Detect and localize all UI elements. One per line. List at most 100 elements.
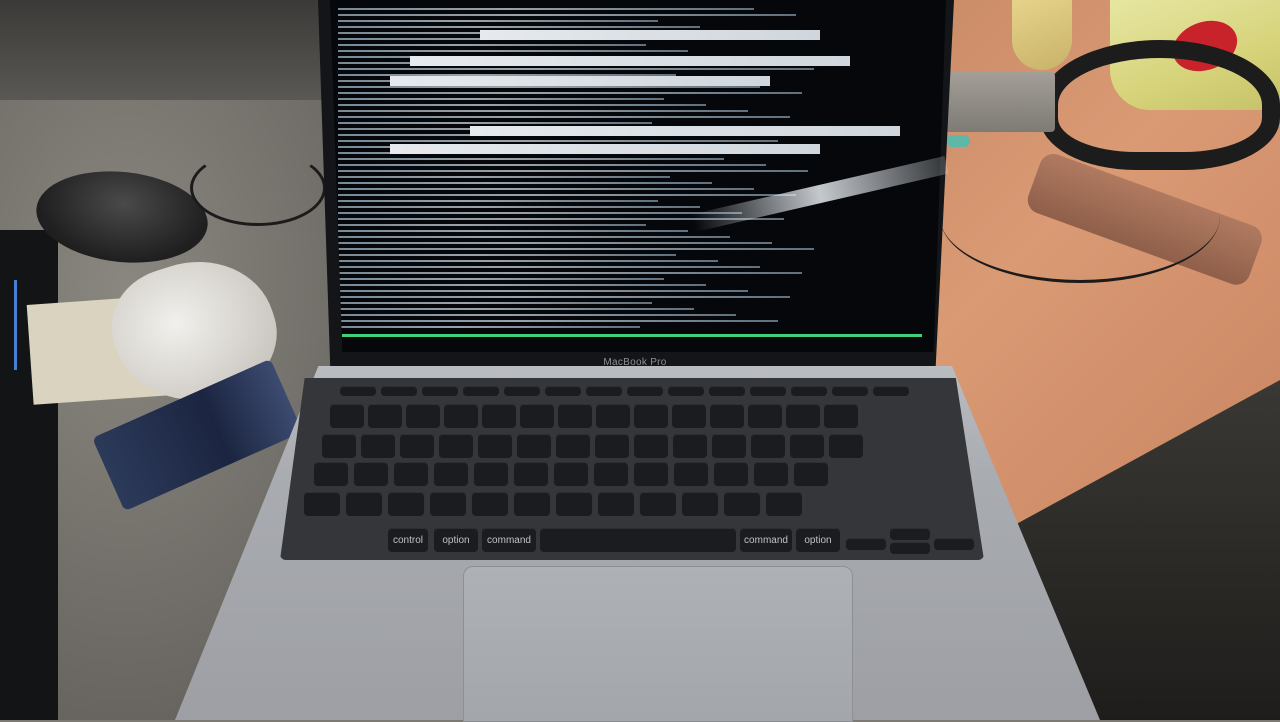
- key[interactable]: [790, 434, 824, 458]
- key-function-row[interactable]: [668, 386, 704, 396]
- key-function-row[interactable]: [381, 386, 417, 396]
- key[interactable]: [748, 404, 782, 428]
- key[interactable]: [672, 404, 706, 428]
- key[interactable]: [517, 434, 551, 458]
- key[interactable]: [724, 492, 760, 516]
- terminal-log-line: [338, 290, 748, 292]
- key-arrow[interactable]: [846, 538, 886, 550]
- key-function-row[interactable]: [709, 386, 745, 396]
- terminal-log-line: [338, 110, 748, 112]
- terminal-log-line: [338, 254, 676, 256]
- key[interactable]: [710, 404, 744, 428]
- key[interactable]: [556, 434, 590, 458]
- key[interactable]: [388, 492, 424, 516]
- key[interactable]: [354, 462, 388, 486]
- key[interactable]: [514, 462, 548, 486]
- terminal-log-line: [338, 308, 694, 310]
- key-command-left[interactable]: command: [482, 528, 536, 552]
- key[interactable]: [596, 404, 630, 428]
- key[interactable]: [478, 434, 512, 458]
- box-blue-edge: [14, 280, 17, 370]
- terminal-log-line: [338, 320, 778, 322]
- key-function-row[interactable]: [463, 386, 499, 396]
- terminal-log-line: [338, 236, 730, 238]
- key[interactable]: [682, 492, 718, 516]
- terminal-highlight-bar: [390, 76, 770, 86]
- key[interactable]: [346, 492, 382, 516]
- terminal-log-line: [338, 50, 688, 52]
- key-option-left[interactable]: option: [434, 528, 478, 552]
- key[interactable]: [514, 492, 550, 516]
- key-function-row[interactable]: [627, 386, 663, 396]
- key[interactable]: [640, 492, 676, 516]
- key[interactable]: [794, 462, 828, 486]
- key[interactable]: [673, 434, 707, 458]
- terminal-log-line: [338, 170, 808, 172]
- key-command-right[interactable]: command: [740, 528, 792, 552]
- terminal-log-line: [338, 278, 664, 280]
- terminal-log-line: [338, 158, 724, 160]
- trackpad[interactable]: [463, 566, 853, 722]
- terminal-log-line: [338, 248, 814, 250]
- terminal-log-line: [338, 176, 670, 178]
- key[interactable]: [304, 492, 340, 516]
- key[interactable]: [595, 434, 629, 458]
- banana: [1012, 0, 1072, 70]
- key[interactable]: [634, 434, 668, 458]
- key[interactable]: [558, 404, 592, 428]
- key-function-row[interactable]: [422, 386, 458, 396]
- key-function-row[interactable]: [586, 386, 622, 396]
- key-function-row[interactable]: [832, 386, 868, 396]
- key[interactable]: [330, 404, 364, 428]
- key[interactable]: [634, 462, 668, 486]
- key-function-row[interactable]: [340, 386, 376, 396]
- key[interactable]: [714, 462, 748, 486]
- terminal-log-line: [338, 182, 712, 184]
- key[interactable]: [314, 462, 348, 486]
- key[interactable]: [594, 462, 628, 486]
- key-arrow[interactable]: [934, 538, 974, 550]
- key[interactable]: [786, 404, 820, 428]
- key[interactable]: [766, 492, 802, 516]
- terminal-log-line: [338, 44, 646, 46]
- key-arrow[interactable]: [890, 542, 930, 554]
- terminal-log-line: [338, 188, 754, 190]
- terminal-highlight-bar: [390, 144, 820, 154]
- key[interactable]: [556, 492, 592, 516]
- key[interactable]: [444, 404, 478, 428]
- terminal-log-line: [338, 212, 742, 214]
- key[interactable]: [361, 434, 395, 458]
- key[interactable]: [554, 462, 588, 486]
- key[interactable]: [322, 434, 356, 458]
- key[interactable]: [754, 462, 788, 486]
- key-space[interactable]: [540, 528, 736, 552]
- key[interactable]: [439, 434, 473, 458]
- key[interactable]: [394, 462, 428, 486]
- terminal-log-line: [338, 224, 646, 226]
- key[interactable]: [598, 492, 634, 516]
- key[interactable]: [751, 434, 785, 458]
- key[interactable]: [674, 462, 708, 486]
- key-arrow[interactable]: [890, 528, 930, 540]
- key[interactable]: [400, 434, 434, 458]
- key-function-row[interactable]: [791, 386, 827, 396]
- key-function-row[interactable]: [873, 386, 909, 396]
- key[interactable]: [430, 492, 466, 516]
- key[interactable]: [474, 462, 508, 486]
- key-control[interactable]: control: [388, 528, 428, 552]
- key[interactable]: [472, 492, 508, 516]
- keyboard: control option command command option: [280, 378, 984, 560]
- key[interactable]: [434, 462, 468, 486]
- key-function-row[interactable]: [504, 386, 540, 396]
- key[interactable]: [520, 404, 554, 428]
- key[interactable]: [406, 404, 440, 428]
- key-option-right[interactable]: option: [796, 528, 840, 552]
- key[interactable]: [829, 434, 863, 458]
- key-function-row[interactable]: [545, 386, 581, 396]
- key-function-row[interactable]: [750, 386, 786, 396]
- key[interactable]: [482, 404, 516, 428]
- key[interactable]: [634, 404, 668, 428]
- key[interactable]: [712, 434, 746, 458]
- key[interactable]: [824, 404, 858, 428]
- key[interactable]: [368, 404, 402, 428]
